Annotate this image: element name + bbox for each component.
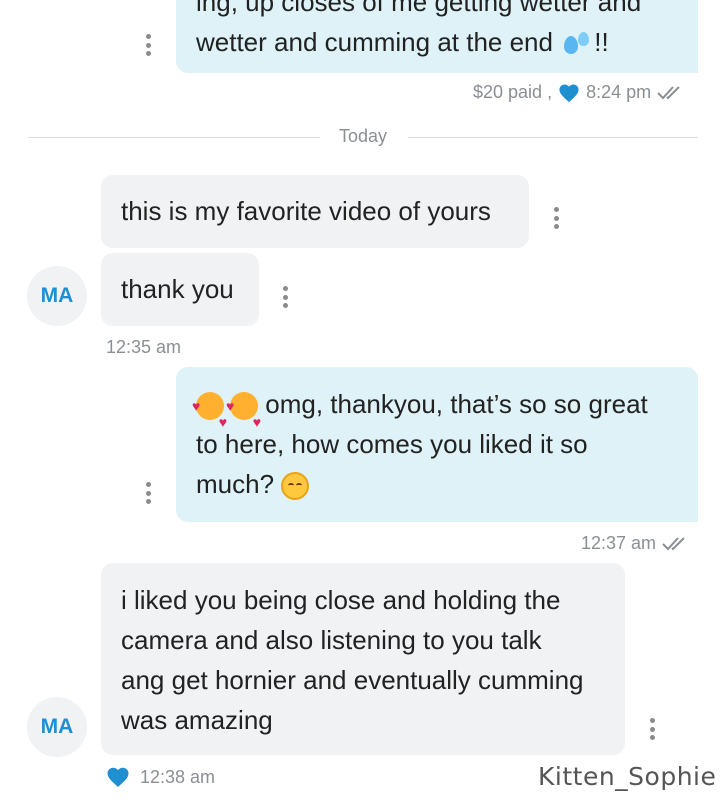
heart-icon[interactable]: [106, 766, 130, 788]
smiling-face-with-hearts-emoji: [226, 386, 261, 442]
message-text-line: much?: [196, 464, 678, 504]
message-text: this is my favorite video of yours: [121, 196, 491, 226]
date-divider-line: [28, 137, 320, 138]
incoming-message-bubble[interactable]: this is my favorite video of yours: [101, 175, 529, 248]
message-meta: 12:37 am: [581, 533, 690, 554]
message-options-icon[interactable]: [145, 482, 151, 504]
message-options-icon[interactable]: [282, 286, 288, 308]
message-text-line: i liked you being close and holding the: [121, 585, 561, 615]
outgoing-message-bubble[interactable]: omg, thankyou, that’s so so great to her…: [176, 367, 698, 522]
message-text-line: camera and also listening to you talk: [121, 625, 542, 655]
message-text-line: wetter and cumming at the end !!: [196, 27, 609, 58]
message-time: 12:37 am: [581, 533, 657, 553]
smiling-face-with-hearts-emoji: [192, 386, 227, 442]
avatar[interactable]: MA: [27, 266, 87, 326]
message-text-line: omg, thankyou, that’s so so great: [192, 384, 678, 442]
incoming-message-bubble[interactable]: thank you: [101, 253, 259, 326]
double-check-icon: [657, 85, 680, 99]
message-text-line: was amazing: [121, 705, 273, 735]
message-options-icon[interactable]: [649, 718, 655, 740]
message-options-icon[interactable]: [145, 34, 151, 56]
double-check-icon: [662, 536, 685, 550]
outgoing-message-bubble[interactable]: ing, up closes of me getting wetter and …: [176, 0, 698, 73]
message-options-icon[interactable]: [553, 207, 559, 229]
message-time: 12:35 am: [106, 337, 182, 357]
message-text-line: ang get hornier and eventually cumming: [121, 665, 584, 695]
heart-icon[interactable]: [558, 83, 580, 103]
watermark-username: Kitten_Sophie: [538, 762, 717, 791]
date-divider-line: [408, 137, 698, 138]
smiling-face-emoji: [281, 472, 310, 501]
message-time: 8:24 pm: [586, 82, 652, 102]
message-text: thank you: [121, 274, 234, 304]
message-text-line: ing, up closes of me getting wetter and: [196, 0, 642, 17]
sweat-droplets-emoji: [560, 30, 594, 58]
avatar[interactable]: MA: [27, 697, 87, 757]
message-meta: 12:38 am: [106, 766, 215, 788]
message-time: 12:38 am: [140, 766, 216, 787]
message-text-line: to here, how comes you liked it so: [196, 429, 588, 459]
incoming-message-bubble[interactable]: i liked you being close and holding the …: [101, 563, 625, 755]
paid-label: $20 paid ,: [473, 82, 553, 102]
message-meta: $20 paid , 8:24 pm: [473, 82, 685, 103]
date-divider-label: Today: [339, 126, 388, 146]
